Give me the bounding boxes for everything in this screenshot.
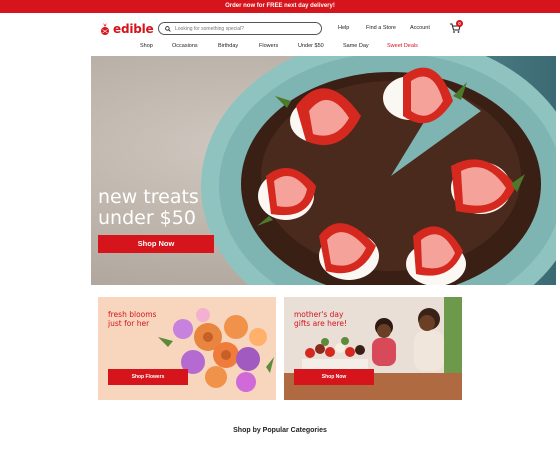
nav-item-occasions[interactable]: Occasions (172, 43, 198, 49)
site-header: edible Help Find a Store Account 0 (0, 13, 560, 43)
nav-item-flowers[interactable]: Flowers (259, 43, 278, 49)
nav-item-sweet-deals[interactable]: Sweet Deals (387, 43, 418, 49)
fresh-blooms-card[interactable]: fresh blooms just for her Shop Flowers (98, 297, 276, 400)
mothers-day-line2: gifts are here! (294, 319, 348, 328)
main-nav: Shop Occasions Birthday Flowers Under $5… (0, 43, 560, 53)
nav-item-birthday[interactable]: Birthday (218, 43, 238, 49)
hero-headline: new treats under $50 (98, 187, 199, 229)
nav-item-shop[interactable]: Shop (140, 43, 153, 49)
hero-shop-now-button[interactable]: Shop Now (98, 235, 214, 253)
hero-headline-line1: new treats (98, 186, 199, 208)
mothers-day-card[interactable]: mother's day gifts are here! Shop Now (284, 297, 462, 400)
mothers-day-title: mother's day gifts are here! (294, 310, 347, 328)
fresh-blooms-title: fresh blooms just for her (108, 310, 156, 328)
search-box[interactable] (158, 22, 322, 35)
nav-item-same-day[interactable]: Same Day (343, 43, 369, 49)
search-icon (165, 25, 171, 32)
pineapple-logo-icon (101, 23, 109, 35)
mothers-day-shop-now-button[interactable]: Shop Now (294, 369, 374, 385)
search-input[interactable] (175, 25, 315, 32)
help-link[interactable]: Help (338, 25, 349, 31)
cart-count-badge: 0 (456, 20, 463, 27)
popular-categories-heading: Shop by Popular Categories (233, 427, 327, 434)
mothers-day-line1: mother's day (294, 310, 344, 319)
fresh-blooms-line1: fresh blooms (108, 310, 157, 319)
find-store-link[interactable]: Find a Store (366, 25, 396, 31)
fresh-blooms-line2: just for her (108, 319, 150, 328)
logo[interactable]: edible (100, 22, 154, 36)
logo-text: edible (113, 22, 154, 36)
account-link[interactable]: Account (410, 25, 430, 31)
promo-banner[interactable]: Order now for FREE next day delivery! (0, 0, 560, 13)
hero-banner[interactable]: new treats under $50 Shop Now (91, 56, 556, 285)
hero-headline-line2: under $50 (98, 207, 196, 229)
nav-item-under-50[interactable]: Under $50 (298, 43, 324, 49)
shop-flowers-button[interactable]: Shop Flowers (108, 369, 188, 385)
